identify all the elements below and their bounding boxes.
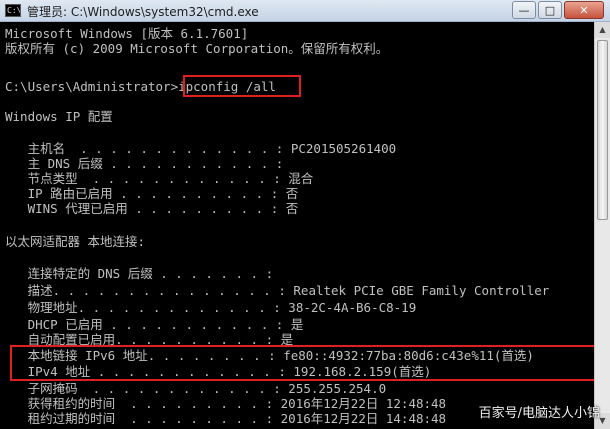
title-bar[interactable]: C:\ 管理员: C:\Windows\system32\cmd.exe — □… [0,0,610,22]
minimize-button[interactable]: — [512,1,536,19]
window-title: 管理员: C:\Windows\system32\cmd.exe [27,5,259,19]
scroll-thumb[interactable] [597,40,608,220]
maximize-button[interactable]: □ [538,1,562,19]
console-line: IP 路由已启用 . . . . . . . . . . : 否 [5,186,299,201]
console-line: 物理地址. . . . . . . . . . . . . : 38-2C-4A… [5,300,417,315]
console-line: DHCP 已启用 . . . . . . . . . . . : 是 [5,317,304,332]
ip-highlight-box [10,345,594,381]
console-output[interactable]: Microsoft Windows [版本 6.1.7601] 版权所有 (c)… [0,22,594,429]
console-line: 版权所有 (c) 2009 Microsoft Corporation。保留所有… [5,41,389,56]
console-line: 节点类型 . . . . . . . . . . . . : 混合 [5,171,314,186]
vertical-scrollbar[interactable]: ▲ ▼ [594,22,610,429]
console-line: Windows IP 配置 [5,109,113,124]
console-line: 连接特定的 DNS 后缀 . . . . . . . : [5,266,274,281]
console-line: WINS 代理已启用 . . . . . . . . . : 否 [5,201,299,216]
command-highlight-box [183,75,301,97]
console-line: 描述. . . . . . . . . . . . . . . : Realte… [5,283,550,298]
scroll-up-arrow-icon[interactable]: ▲ [595,22,610,38]
console-line: 主机名 . . . . . . . . . . . . . : PC201505… [5,141,397,156]
console-line: 主 DNS 后缀 . . . . . . . . . . . : [5,156,284,171]
console-line: 以太网适配器 本地连接: [5,234,146,249]
window-controls: — □ ✕ [512,1,604,19]
cmd-icon: C:\ [5,4,21,17]
console-line: 租约过期的时间 . . . . . . . . . : 2016年12月22日 … [5,411,447,426]
close-button[interactable]: ✕ [564,1,604,19]
console-line: 子网掩码 . . . . . . . . . . . . : 255.255.2… [5,381,387,396]
console-line: 获得租约的时间 . . . . . . . . . : 2016年12月22日 … [5,396,447,411]
cmd-window: C:\ 管理员: C:\Windows\system32\cmd.exe — □… [0,0,610,429]
console-line: Microsoft Windows [版本 6.1.7601] [5,26,249,41]
watermark: 百家号/电脑达人小锦 [478,406,600,421]
